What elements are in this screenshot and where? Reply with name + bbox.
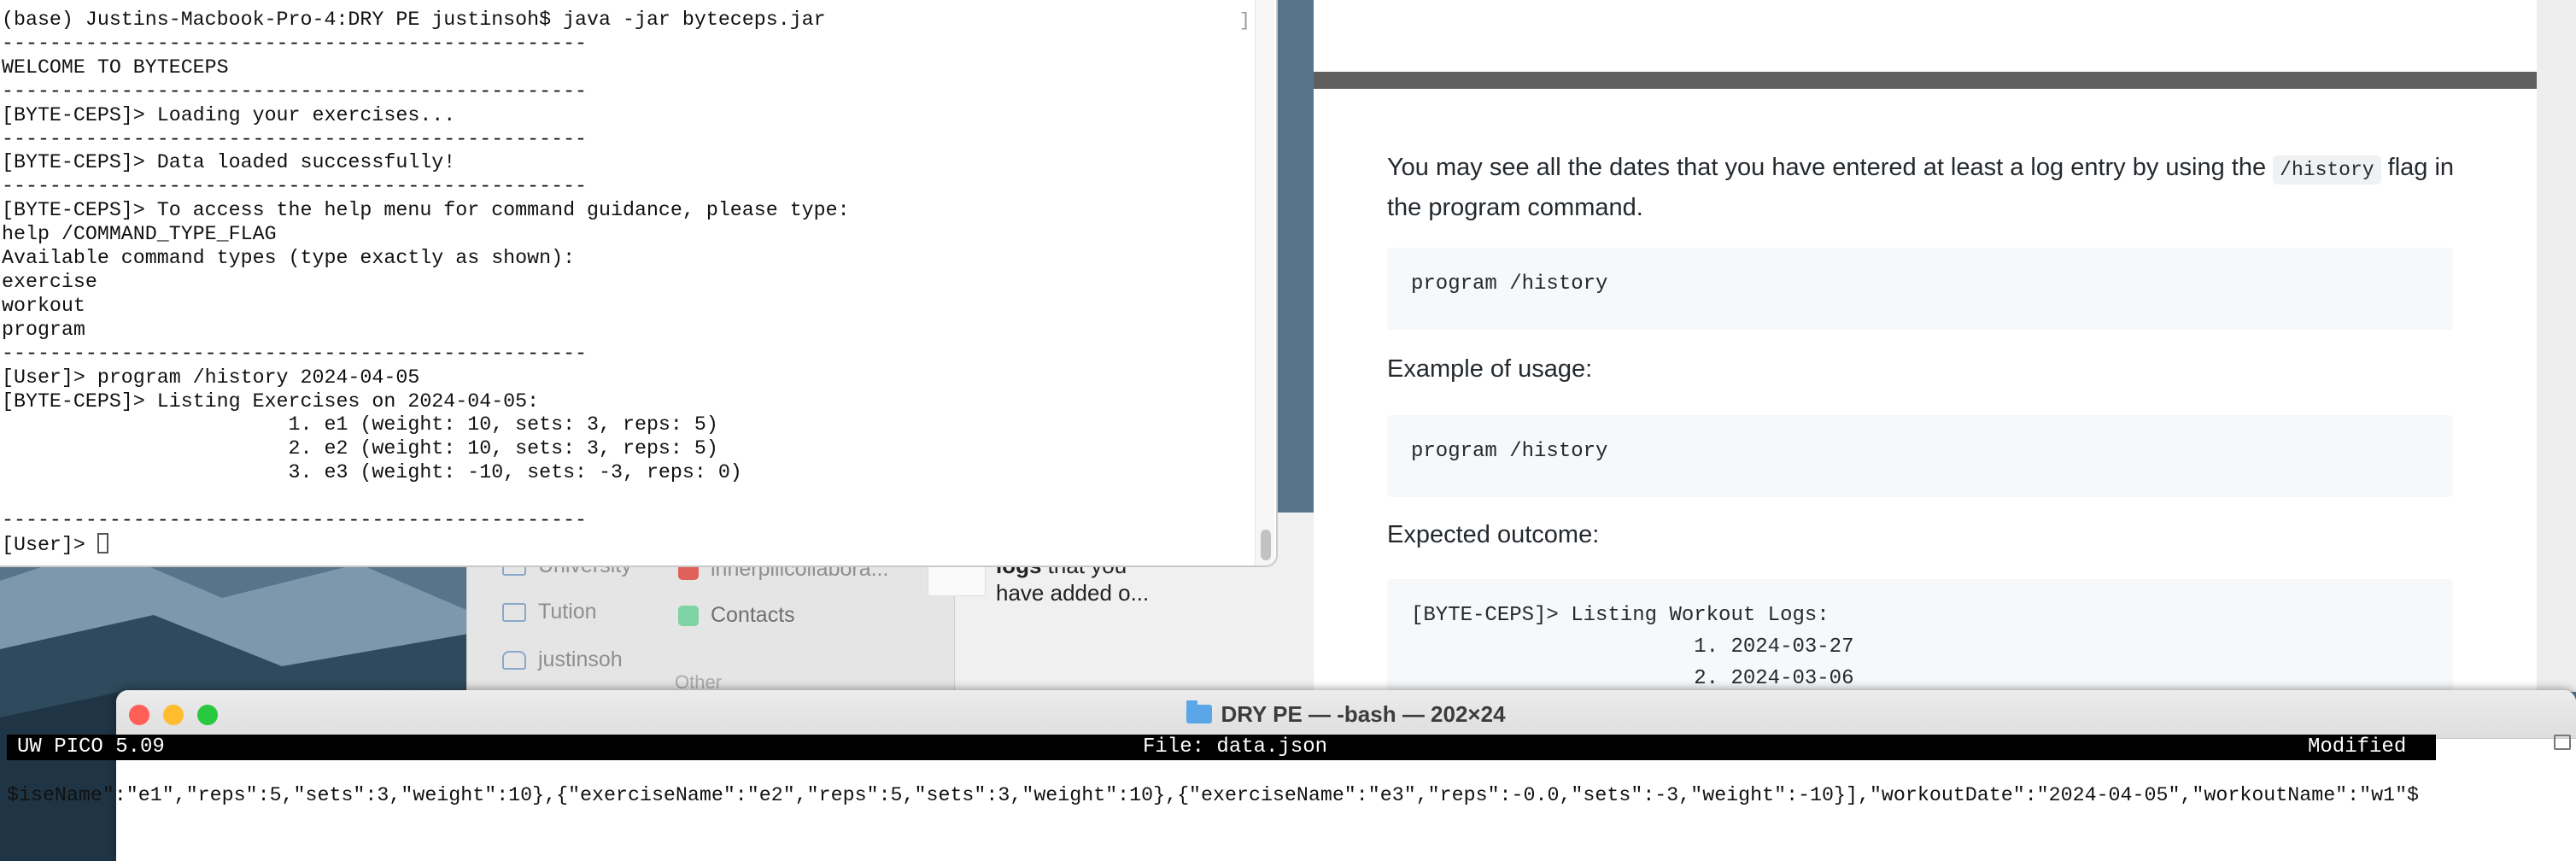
terminal-line: [BYTE-CEPS]> Data loaded successfully! (2, 151, 456, 174)
code-block-example: program /history (1387, 415, 2453, 497)
pico-version: UW PICO 5.09 (17, 735, 165, 758)
pico-scroll-icon[interactable] (2554, 735, 2571, 750)
terminal-line: 1. e1 (weight: 10, sets: 3, reps: 5) (2, 413, 718, 436)
history-description: You may see all the dates that you have … (1387, 154, 2455, 221)
terminal-line: program (2, 318, 85, 341)
window-resize-bracket-icon: ] (1238, 10, 1250, 32)
text-cursor (97, 532, 108, 554)
folder-icon (502, 602, 526, 622)
doc-page-margin (2537, 0, 2576, 692)
terminal-scrollbar[interactable] (1255, 0, 1274, 565)
terminal-line: 2. e2 (weight: 10, sets: 3, reps: 5) (2, 437, 718, 460)
terminal-line: ----------------------------------------… (2, 79, 588, 102)
terminal-line: ----------------------------------------… (2, 342, 588, 365)
sidebar-item-justinsoh[interactable]: justinsoh (502, 647, 623, 672)
outcome-label: Expected outcome: (1387, 521, 1600, 548)
inline-code-history: /history (2273, 155, 2381, 184)
documentation-page: You may see all the dates that you have … (1314, 89, 2537, 692)
terminal-prompt: [User]> (2, 533, 97, 556)
outcome-line: 2. 2024-03-06 (1411, 667, 1854, 690)
terminal-line: ----------------------------------------… (2, 175, 588, 198)
terminal-line: Available command types (type exactly as… (2, 247, 576, 270)
terminal-line: exercise (2, 270, 97, 293)
terminal-line: workout (2, 294, 85, 317)
pico-editor-line[interactable]: $iseName":"e1","reps":5,"sets":3,"weight… (7, 782, 2484, 808)
terminal-line: ----------------------------------------… (2, 32, 588, 55)
terminal-line: (base) Justins-Macbook-Pro-4:DRY PE just… (2, 9, 826, 31)
pico-header-bar: UW PICO 5.09 File: data.json Modified (7, 735, 2436, 760)
pico-status: Modified (2308, 735, 2407, 758)
terminal-window-main[interactable]: (base) Justins-Macbook-Pro-4:DRY PE just… (0, 0, 1278, 567)
terminal-line: [User]> program /history 2024-04-05 (2, 366, 420, 389)
example-label: Example of usage: (1387, 355, 1593, 383)
terminal-line: ----------------------------------------… (2, 127, 588, 150)
outcome-line: [BYTE-CEPS]> Listing Workout Logs: (1411, 604, 1830, 627)
pico-filename: File: data.json (1143, 735, 1328, 758)
doc-previous-section (1314, 0, 2537, 73)
sidebar-item-tution[interactable]: Tution (502, 600, 597, 624)
code-block-outcome: [BYTE-CEPS]> Listing Workout Logs: 1. 20… (1387, 579, 2453, 692)
terminal-line: help /COMMAND_TYPE_FLAG (2, 223, 277, 246)
tag-item-contacts[interactable]: Contacts (678, 603, 795, 628)
window-title: DRY PE — -bash — 202×24 (116, 690, 2576, 738)
home-icon (502, 650, 526, 670)
terminal-window-pico[interactable]: DRY PE — -bash — 202×24 (116, 690, 2576, 861)
folder-icon (1186, 700, 1213, 723)
green-tag-icon (678, 605, 699, 626)
terminal-line: [BYTE-CEPS]> Loading your exercises... (2, 103, 456, 126)
doc-divider (1314, 72, 2537, 89)
terminal-line: ----------------------------------------… (2, 509, 588, 532)
terminal-scrollbar-thumb[interactable] (1261, 530, 1271, 560)
terminal-line: WELCOME TO BYTECEPS (2, 56, 229, 79)
terminal-line: 3. e3 (weight: -10, sets: -3, reps: 0) (2, 461, 742, 484)
terminal-line: [BYTE-CEPS]> To access the help menu for… (2, 199, 850, 222)
code-block-command: program /history (1387, 248, 2453, 330)
terminal-output: (base) Justins-Macbook-Pro-4:DRY PE just… (0, 0, 1276, 558)
terminal-line: [BYTE-CEPS]> Listing Exercises on 2024-0… (2, 390, 540, 413)
outcome-line: 1. 2024-03-27 (1411, 636, 1854, 659)
